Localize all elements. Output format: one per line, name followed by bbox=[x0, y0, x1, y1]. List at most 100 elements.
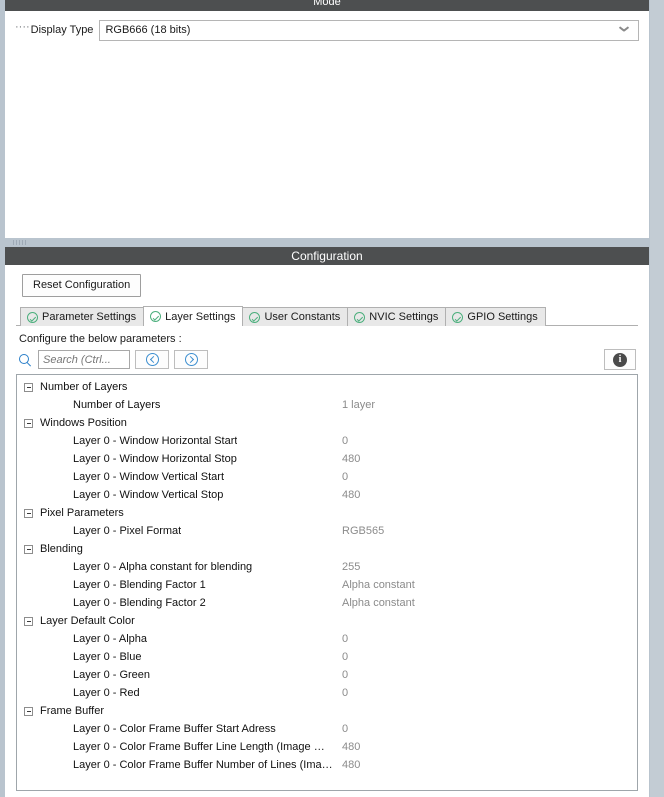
tree-group-header[interactable]: Blending bbox=[17, 540, 637, 558]
collapse-toggle-icon[interactable] bbox=[24, 382, 33, 392]
tree-row[interactable]: Layer 0 - Alpha constant for blending 255 bbox=[17, 558, 637, 576]
parameter-name: Layer 0 - Window Vertical Stop bbox=[73, 489, 224, 501]
tree-row[interactable]: Layer 0 - Color Frame Buffer Start Adres… bbox=[17, 720, 637, 738]
display-type-select[interactable]: RGB666 (18 bits) bbox=[99, 19, 639, 41]
display-type-row: ···· Display Type RGB666 (18 bits) bbox=[15, 19, 639, 41]
parameter-name: Layer 0 - Window Horizontal Start bbox=[73, 435, 238, 447]
parameter-name: Layer 0 - Green bbox=[73, 669, 151, 681]
check-circle-icon bbox=[452, 311, 464, 323]
parameter-value: 0 bbox=[342, 723, 349, 735]
parameter-value: 480 bbox=[342, 759, 361, 771]
check-circle-icon bbox=[354, 311, 366, 323]
mode-panel-body: ···· Display Type RGB666 (18 bits) bbox=[5, 11, 649, 41]
tree-group-header[interactable]: Frame Buffer bbox=[17, 702, 637, 720]
parameter-name: Layer 0 - Window Vertical Start bbox=[73, 471, 225, 483]
search-input[interactable] bbox=[38, 350, 130, 369]
tree-group-header[interactable]: Pixel Parameters bbox=[17, 504, 637, 522]
tab-label: NVIC Settings bbox=[369, 311, 439, 323]
tree-leader-dots: ···· bbox=[15, 21, 30, 33]
parameter-value: Alpha constant bbox=[342, 579, 415, 591]
parameter-name: Layer 0 - Blending Factor 1 bbox=[73, 579, 206, 591]
collapse-toggle-icon[interactable] bbox=[24, 706, 33, 716]
reset-configuration-button[interactable]: Reset Configuration bbox=[22, 274, 142, 297]
display-type-label: Display Type bbox=[30, 24, 94, 36]
tab-user-constants[interactable]: User Constants bbox=[242, 307, 349, 326]
tree-row[interactable]: Layer 0 - Blending Factor 2 Alpha constan… bbox=[17, 594, 637, 612]
display-type-value: RGB666 (18 bits) bbox=[105, 24, 191, 36]
check-circle-icon bbox=[249, 311, 261, 323]
parameter-value: 0 bbox=[342, 435, 349, 447]
tree-row[interactable]: Layer 0 - Window Horizontal Start 0 bbox=[17, 432, 637, 450]
check-circle-icon bbox=[150, 311, 162, 322]
tree-row[interactable]: Layer 0 - Window Vertical Start 0 bbox=[17, 468, 637, 486]
tab-label: Parameter Settings bbox=[42, 311, 137, 323]
parameter-name: Layer 0 - Alpha constant for blending bbox=[73, 561, 253, 573]
parameter-value: RGB565 bbox=[342, 525, 385, 537]
parameter-tree-body: Number of Layers Number of Layers 1 layer W… bbox=[17, 375, 637, 774]
parameter-name: Layer 0 - Pixel Format bbox=[73, 525, 182, 537]
configuration-panel: Configuration Reset Configuration Parame… bbox=[0, 247, 650, 797]
parameter-name: Layer 0 - Color Frame Buffer Number of L… bbox=[73, 759, 335, 771]
check-circle-icon bbox=[27, 311, 38, 323]
tree-group-label: Layer Default Color bbox=[40, 615, 135, 627]
tree-row[interactable]: Layer 0 - Blue 0 bbox=[17, 648, 637, 666]
parameter-value: 480 bbox=[342, 489, 361, 501]
parameter-value: 0 bbox=[342, 471, 349, 483]
search-toolbar: i bbox=[16, 345, 638, 374]
settings-tab-strip: Parameter Settings Layer Settings User Con… bbox=[5, 306, 649, 327]
tree-row[interactable]: Layer 0 - Red 0 bbox=[17, 684, 637, 702]
parameter-value: 0 bbox=[342, 687, 349, 699]
arrow-left-circle-icon bbox=[145, 353, 159, 366]
tab-gpio-settings[interactable]: GPIO Settings bbox=[445, 307, 546, 326]
tree-group-label: Windows Position bbox=[40, 417, 127, 429]
parameter-name: Layer 0 - Color Frame Buffer Start Adres… bbox=[73, 723, 276, 735]
collapse-toggle-icon[interactable] bbox=[24, 616, 33, 626]
parameter-value: 0 bbox=[342, 633, 349, 645]
collapse-toggle-icon[interactable] bbox=[24, 508, 33, 518]
search-previous-button[interactable] bbox=[135, 350, 169, 369]
search-icon bbox=[18, 353, 32, 367]
tree-group-header[interactable]: Layer Default Color bbox=[17, 612, 637, 630]
parameter-value: 0 bbox=[342, 651, 349, 663]
tree-row[interactable]: Layer 0 - Color Frame Buffer Line Length… bbox=[17, 738, 637, 756]
tree-row[interactable]: Layer 0 - Blending Factor 1 Alpha constan… bbox=[17, 576, 637, 594]
tree-group-label: Frame Buffer bbox=[40, 705, 104, 717]
splitter-grip-icon bbox=[13, 240, 27, 245]
tree-group-header[interactable]: Windows Position bbox=[17, 414, 637, 432]
arrow-right-circle-icon bbox=[184, 353, 198, 366]
tree-row[interactable]: Layer 0 - Window Horizontal Stop 480 bbox=[17, 450, 637, 468]
parameter-name: Layer 0 - Alpha bbox=[73, 633, 147, 645]
parameter-name: Layer 0 - Blending Factor 2 bbox=[73, 597, 206, 609]
tab-nvic-settings[interactable]: NVIC Settings bbox=[347, 307, 447, 326]
search-next-button[interactable] bbox=[174, 350, 208, 369]
parameter-name: Layer 0 - Blue bbox=[73, 651, 142, 663]
mode-panel-title: Mode bbox=[313, 0, 341, 8]
parameter-value: 480 bbox=[342, 741, 361, 753]
tree-row[interactable]: Layer 0 - Color Frame Buffer Number of L… bbox=[17, 756, 637, 774]
parameter-value: 1 layer bbox=[342, 399, 376, 411]
tab-label: GPIO Settings bbox=[467, 311, 538, 323]
configure-parameters-note: Configure the below parameters : bbox=[19, 333, 182, 345]
tree-row[interactable]: Number of Layers 1 layer bbox=[17, 396, 637, 414]
tab-label: Layer Settings bbox=[165, 310, 236, 323]
tab-layer-settings[interactable]: Layer Settings bbox=[143, 306, 244, 327]
parameter-name: Layer 0 - Window Horizontal Stop bbox=[73, 453, 237, 465]
collapse-toggle-icon[interactable] bbox=[24, 418, 33, 428]
tree-group-header[interactable]: Number of Layers bbox=[17, 378, 637, 396]
info-icon: i bbox=[613, 352, 627, 367]
tree-row[interactable]: Layer 0 - Pixel Format RGB565 bbox=[17, 522, 637, 540]
parameter-value: 0 bbox=[342, 669, 349, 681]
mode-panel: Mode ···· Display Type RGB666 (18 bits) bbox=[0, 0, 650, 238]
info-button[interactable]: i bbox=[604, 349, 636, 370]
configuration-panel-title: Configuration bbox=[5, 247, 649, 265]
panel-splitter[interactable] bbox=[0, 238, 650, 247]
tab-parameter-settings[interactable]: Parameter Settings bbox=[20, 307, 145, 326]
parameter-value: 480 bbox=[342, 453, 361, 465]
tree-row[interactable]: Layer 0 - Alpha 0 bbox=[17, 630, 637, 648]
parameter-tree[interactable]: Number of Layers Number of Layers 1 layer W… bbox=[16, 374, 638, 791]
tree-row[interactable]: Layer 0 - Window Vertical Stop 480 bbox=[17, 486, 637, 504]
configuration-content: Configure the below parameters : i Numbe… bbox=[5, 326, 649, 791]
parameter-name: Layer 0 - Color Frame Buffer Line Length… bbox=[73, 741, 335, 753]
tree-row[interactable]: Layer 0 - Green 0 bbox=[17, 666, 637, 684]
collapse-toggle-icon[interactable] bbox=[24, 544, 33, 554]
